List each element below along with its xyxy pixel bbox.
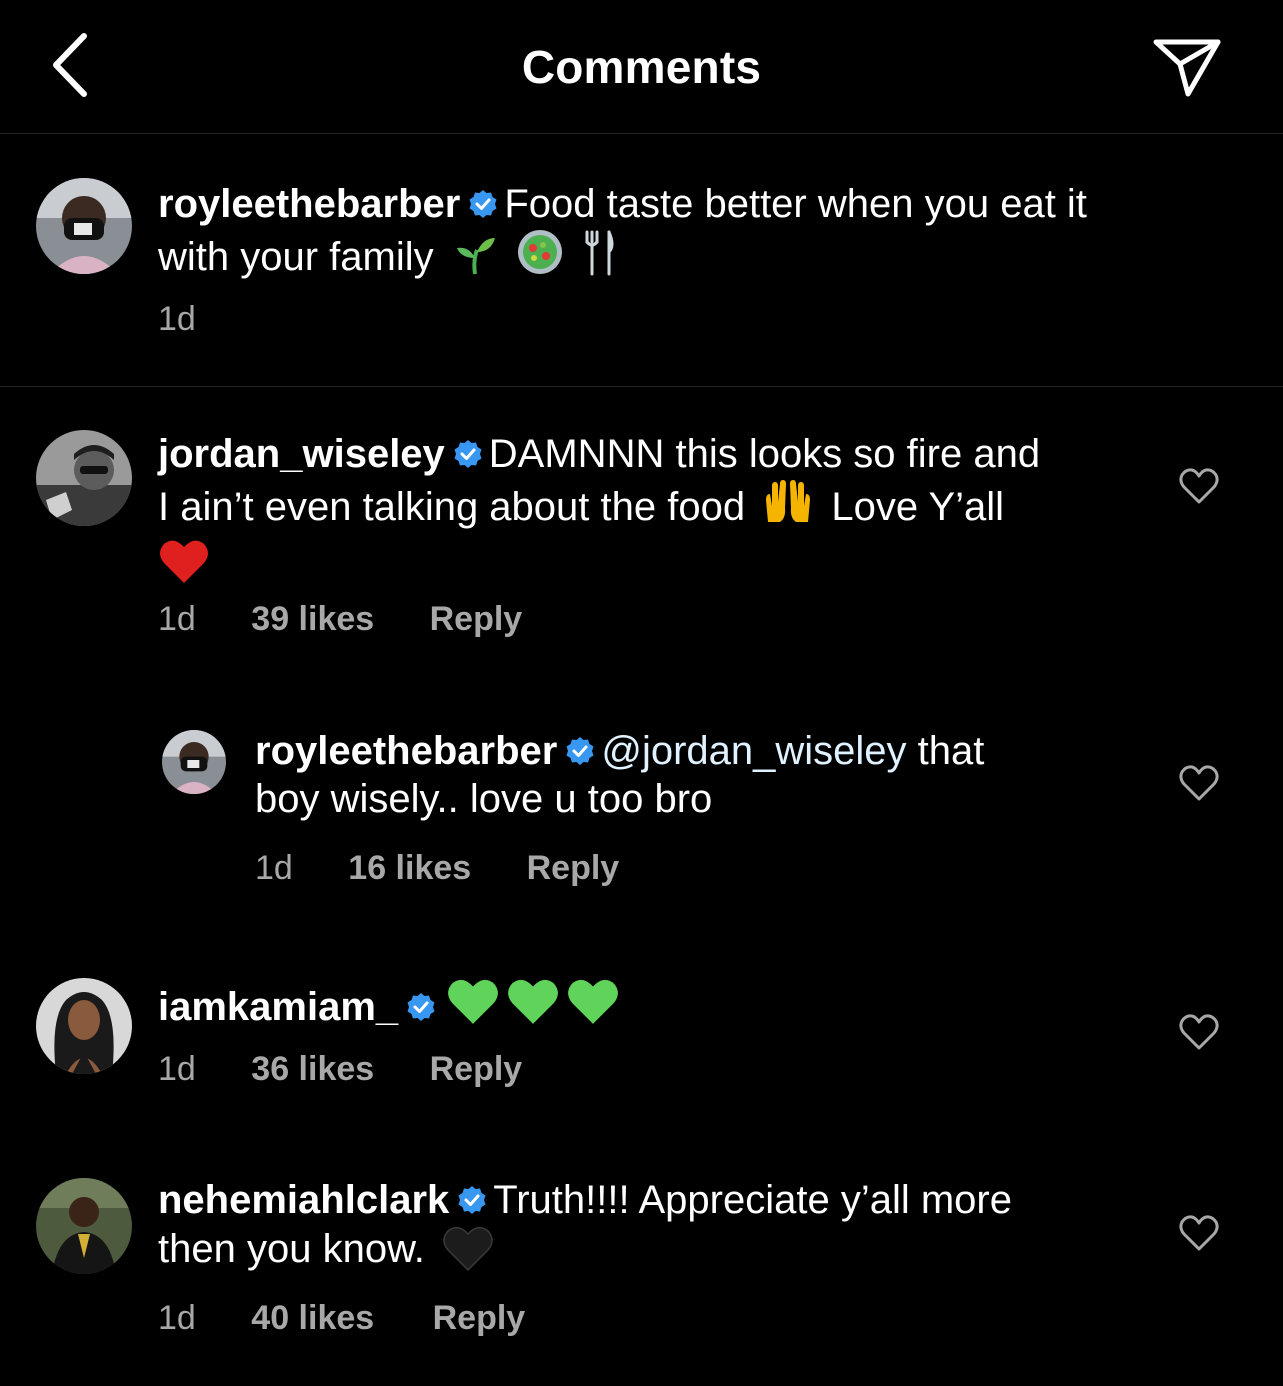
likes-count[interactable]: 39 likes: [251, 600, 374, 639]
likes-count[interactable]: 40 likes: [251, 1299, 374, 1338]
timestamp: 1d: [255, 849, 293, 887]
black-heart-icon: [442, 1224, 494, 1283]
reply-button[interactable]: Reply: [430, 600, 523, 639]
reply-line-1: that: [917, 729, 985, 773]
timestamp: 1d: [158, 1299, 196, 1337]
heart-icon[interactable]: [1178, 764, 1220, 802]
comment-line-1: DAMNNN this looks so fire and: [488, 432, 1041, 476]
seedling-icon: [453, 232, 497, 287]
reply-button[interactable]: Reply: [430, 1050, 523, 1089]
timestamp: 1d: [158, 1050, 196, 1088]
heart-icon[interactable]: [1178, 467, 1220, 505]
heart-icon[interactable]: [1178, 1013, 1220, 1051]
fork-and-knife-icon: [581, 228, 617, 287]
header-bar: Comments: [0, 0, 1283, 134]
divider: [0, 386, 1283, 387]
comment-line-2-end: Love Y’all: [831, 485, 1005, 529]
comment-line-2: then you know.: [158, 1227, 425, 1271]
raising-hands-icon: [762, 478, 814, 537]
likes-count[interactable]: 16 likes: [348, 849, 471, 888]
avatar[interactable]: [36, 1178, 132, 1274]
comment-meta: 1d 39 likes Reply: [158, 600, 522, 639]
mention-link[interactable]: @jordan_wiseley: [601, 729, 906, 773]
comment-text: nehemiahlclark Truth!!!! Appreciate y’all…: [158, 1176, 1148, 1283]
red-heart-icon: [158, 537, 210, 596]
avatar[interactable]: [36, 430, 132, 526]
reply-meta: 1d 16 likes Reply: [255, 849, 619, 888]
comment-text: jordan_wiseley DAMNNN this looks so fire …: [158, 430, 1148, 596]
green-heart-icon: [446, 976, 500, 1037]
comment-text: iamkamiam_: [158, 976, 1148, 1037]
username[interactable]: iamkamiam_: [158, 985, 398, 1029]
page-title: Comments: [521, 41, 762, 93]
timestamp: 1d: [158, 300, 196, 338]
reply-text: royleethebarber @jordan_wiseley that boy …: [255, 727, 1155, 823]
comment-meta: 1d 36 likes Reply: [158, 1050, 522, 1089]
comment-line-2: I ain’t even talking about the food: [158, 485, 746, 529]
verified-badge-icon: [457, 1185, 487, 1215]
verified-badge-icon: [453, 439, 483, 469]
username[interactable]: royleethebarber: [158, 182, 460, 226]
username[interactable]: jordan_wiseley: [158, 432, 445, 476]
salad-icon: [516, 228, 564, 287]
comment-line-1: Truth!!!! Appreciate y’all more: [493, 1178, 1012, 1222]
direct-send-icon[interactable]: [1150, 34, 1224, 100]
username[interactable]: nehemiahlclark: [158, 1178, 449, 1222]
caption-text: royleethebarber Food taste better when yo…: [158, 180, 1208, 287]
caption-line-2: with your family: [158, 235, 434, 279]
avatar[interactable]: [162, 730, 226, 794]
reply-button[interactable]: Reply: [433, 1299, 526, 1338]
green-heart-icon: [566, 976, 620, 1037]
reply-button[interactable]: Reply: [527, 849, 620, 888]
avatar[interactable]: [36, 178, 132, 274]
timestamp: 1d: [158, 600, 196, 638]
verified-badge-icon: [406, 992, 436, 1022]
likes-count[interactable]: 36 likes: [251, 1050, 374, 1089]
verified-badge-icon: [565, 736, 595, 766]
comment-meta: 1d 40 likes Reply: [158, 1299, 525, 1338]
verified-badge-icon: [468, 189, 498, 219]
username[interactable]: royleethebarber: [255, 729, 557, 773]
avatar[interactable]: [36, 978, 132, 1074]
caption-line-1: Food taste better when you eat it: [504, 182, 1087, 226]
heart-icon[interactable]: [1178, 1214, 1220, 1252]
caption-meta: 1d: [158, 300, 196, 339]
green-heart-icon: [506, 976, 560, 1037]
comments-screen: Comments royleethebarber Food taste bette…: [0, 0, 1283, 1386]
reply-line-2: boy wisely.. love u too bro: [255, 777, 713, 821]
